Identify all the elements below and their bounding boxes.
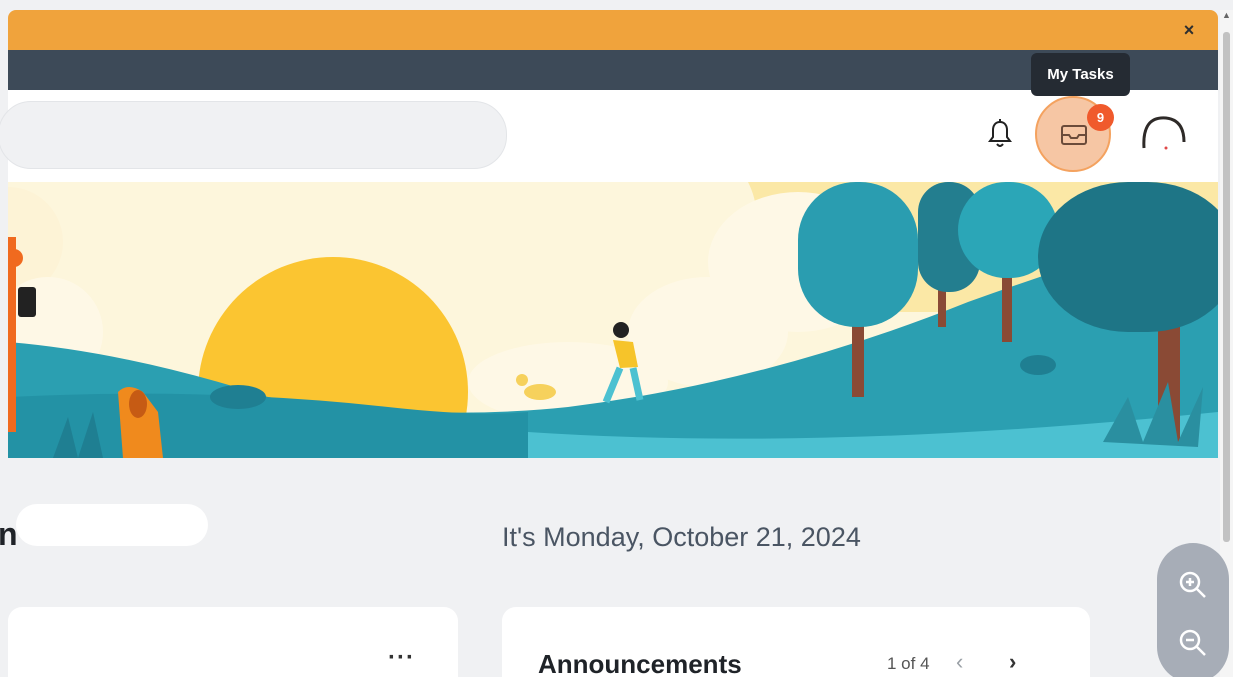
notifications-button[interactable] xyxy=(986,118,1014,150)
announcements-title: Announcements xyxy=(538,649,742,677)
announcements-card: Announcements 1 of 4 ‹ › xyxy=(502,607,1090,677)
greeting-row: n It's Monday, October 21, 2024 xyxy=(0,500,1220,560)
page: × 9 My Tasks n It's Monday, October 21, … xyxy=(0,0,1233,677)
search-input[interactable] xyxy=(0,101,507,169)
zoom-controls xyxy=(1157,543,1229,677)
avatar-image xyxy=(1142,116,1186,150)
zoom-out-button[interactable] xyxy=(1175,625,1211,661)
header: 9 xyxy=(0,90,1218,182)
my-tasks-tooltip: My Tasks xyxy=(1031,53,1130,96)
next-button[interactable]: › xyxy=(1009,649,1031,675)
scroll-up-icon[interactable]: ▲ xyxy=(1221,10,1232,24)
avatar[interactable] xyxy=(1132,104,1192,164)
more-options-button[interactable]: ··· xyxy=(388,646,414,673)
previous-button[interactable]: ‹ xyxy=(956,649,978,675)
scroll-thumb[interactable] xyxy=(1223,32,1230,542)
left-card: ··· xyxy=(8,607,458,677)
zoom-in-button[interactable] xyxy=(1175,567,1211,603)
close-banner-button[interactable]: × xyxy=(1178,19,1200,41)
tasks-count-badge: 9 xyxy=(1087,104,1114,131)
announcement-banner: × xyxy=(8,10,1218,50)
bell-icon xyxy=(988,119,1012,147)
greeting-heading: n xyxy=(0,516,18,552)
date-text: It's Monday, October 21, 2024 xyxy=(502,522,861,552)
redacted-name xyxy=(16,504,208,546)
zoom-out-icon xyxy=(1179,629,1206,656)
hero-illustration xyxy=(8,182,1218,458)
inbox-tray-icon xyxy=(1061,125,1087,145)
announcements-pager: 1 of 4 xyxy=(887,654,930,673)
zoom-in-icon xyxy=(1179,571,1206,598)
